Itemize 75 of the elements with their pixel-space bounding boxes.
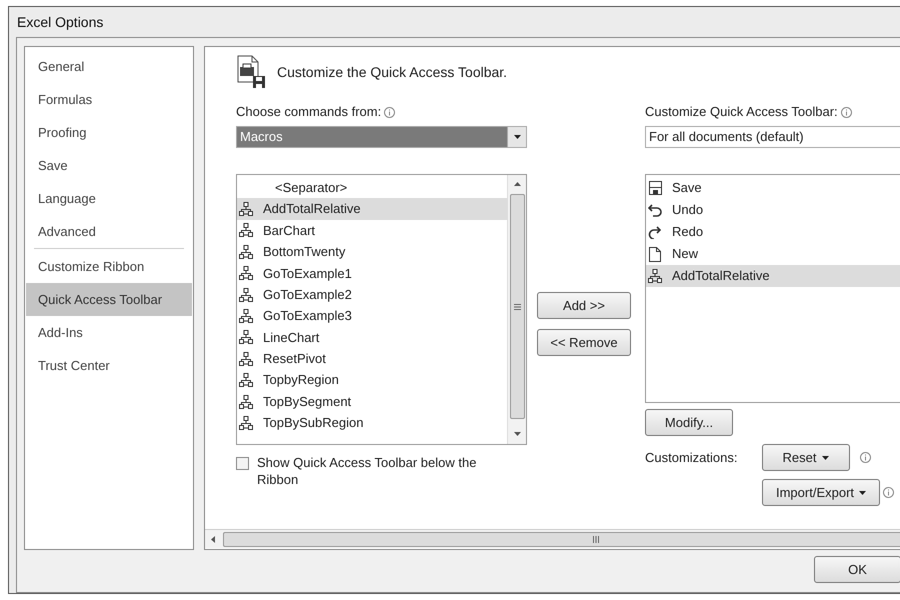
checkbox-label: Show Quick Access Toolbar below the Ribbon xyxy=(257,454,478,488)
macro-icon xyxy=(239,373,253,388)
toolbar-customize-icon xyxy=(236,55,268,89)
customizations-label: Customizations: xyxy=(645,448,738,467)
command-item[interactable]: LineChart xyxy=(237,326,507,348)
reset-button[interactable]: Reset xyxy=(762,444,850,471)
scroll-down-arrow-icon[interactable] xyxy=(514,432,520,436)
add-button[interactable]: Add >> xyxy=(537,292,631,319)
checkbox[interactable] xyxy=(236,457,249,470)
info-icon xyxy=(384,106,396,118)
sidebar-item[interactable]: Formulas xyxy=(26,83,192,116)
command-item[interactable]: GoToExample3 xyxy=(237,305,507,327)
sidebar-item[interactable]: Proofing xyxy=(26,116,192,149)
command-item[interactable]: TopBySubRegion xyxy=(237,412,507,434)
sidebar-item[interactable]: Save xyxy=(26,149,192,182)
sidebar-item[interactable]: Advanced xyxy=(26,215,192,248)
command-item[interactable]: AddTotalRelative xyxy=(237,198,507,220)
redo-icon xyxy=(648,226,662,238)
caret-icon xyxy=(822,456,830,460)
macro-icon xyxy=(239,202,253,216)
command-item[interactable]: GoToExample2 xyxy=(237,284,507,306)
scroll-left-arrow-icon[interactable] xyxy=(211,536,215,542)
macro-icon xyxy=(239,244,253,259)
sidebar-item[interactable]: Language xyxy=(26,182,192,215)
caret-icon xyxy=(859,490,866,494)
scrollbar-thumb[interactable] xyxy=(510,194,524,419)
undo-icon xyxy=(648,204,662,216)
scroll-up-arrow-icon[interactable] xyxy=(514,182,520,186)
document-icon xyxy=(649,246,661,262)
sidebar-item[interactable]: Add-Ins xyxy=(26,316,192,349)
import-export-button[interactable]: Import/Export xyxy=(762,479,880,506)
macro-icon xyxy=(239,309,253,324)
command-item[interactable]: <Separator> xyxy=(237,177,507,198)
sidebar-item[interactable]: Quick Access Toolbar xyxy=(26,283,192,316)
commands-label: Choose commands from: xyxy=(236,103,382,122)
command-item[interactable]: TopBySegment xyxy=(237,390,507,412)
command-item[interactable]: BarChart xyxy=(237,220,507,242)
macro-icon xyxy=(239,394,253,409)
grip-icon xyxy=(593,536,599,542)
horizontal-scrollbar[interactable] xyxy=(205,529,900,548)
command-item[interactable]: Undo xyxy=(646,199,900,221)
caret-icon xyxy=(514,135,520,139)
macro-icon xyxy=(239,223,253,238)
commands-dropdown[interactable]: Macros xyxy=(236,126,527,148)
macro-icon xyxy=(239,266,253,280)
modify-button[interactable]: Modify... xyxy=(645,409,733,436)
section-title: Customize the Quick Access Toolbar. xyxy=(277,62,508,82)
macro-icon xyxy=(239,288,253,302)
command-item[interactable]: New xyxy=(646,243,900,265)
macro-icon xyxy=(239,352,253,366)
vertical-scrollbar[interactable] xyxy=(507,175,526,444)
command-item[interactable]: ResetPivot xyxy=(237,348,507,370)
documents-dropdown[interactable]: For all documents (default) xyxy=(645,126,900,148)
command-item[interactable]: GoToExample1 xyxy=(237,262,507,284)
macro-icon xyxy=(239,330,253,344)
macro-icon xyxy=(648,269,662,283)
command-item[interactable]: Save xyxy=(646,177,900,199)
sidebar-item[interactable]: Trust Center xyxy=(26,349,192,382)
ok-button[interactable]: OK xyxy=(814,556,900,583)
macro-icon xyxy=(239,416,253,430)
command-item[interactable]: TopbyRegion xyxy=(237,370,507,391)
command-item[interactable]: Redo xyxy=(646,221,900,243)
toolbar-label: Customize Quick Access Toolbar: xyxy=(645,103,838,122)
window-title: Excel Options xyxy=(17,12,104,32)
sidebar-item[interactable]: General xyxy=(26,50,192,83)
command-item[interactable]: BottomTwenty xyxy=(237,241,507,263)
info-icon xyxy=(840,106,852,118)
info-icon xyxy=(860,452,871,463)
grip-icon xyxy=(514,304,520,310)
scrollbar-thumb[interactable] xyxy=(223,532,900,546)
sidebar-item[interactable]: Customize Ribbon xyxy=(26,250,192,283)
command-item[interactable]: AddTotalRelative xyxy=(646,265,900,287)
info-icon xyxy=(883,487,894,498)
remove-button[interactable]: << Remove xyxy=(537,329,631,356)
save-icon xyxy=(648,181,662,195)
